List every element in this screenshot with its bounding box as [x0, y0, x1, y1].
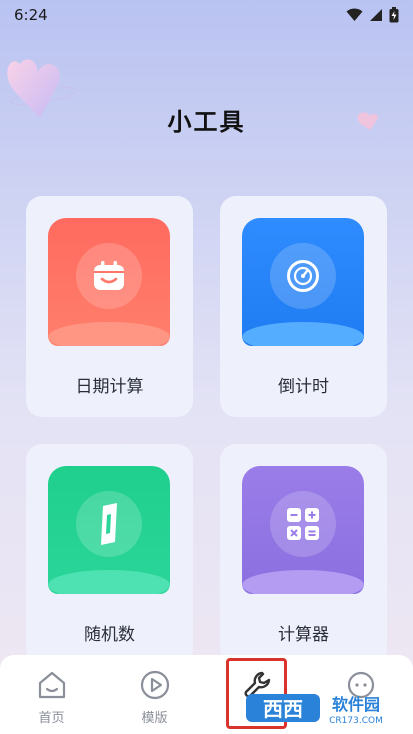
- dice-icon: [101, 503, 117, 545]
- watermark-logo: 西西 软件园 CR173.COM: [246, 688, 396, 728]
- tile-base: [242, 322, 364, 346]
- tile-base: [48, 322, 170, 346]
- nav-label: 首页: [38, 711, 65, 726]
- tool-tile: [242, 466, 364, 594]
- page-title: 小工具: [167, 108, 246, 136]
- calculator-icon: [287, 508, 319, 540]
- svg-text:西西: 西西: [263, 697, 303, 721]
- svg-text:CR173.COM: CR173.COM: [329, 716, 383, 726]
- tile-icon-circle: [76, 243, 142, 309]
- tool-label: 日期计算: [75, 377, 144, 397]
- tool-label: 倒计时: [278, 377, 329, 397]
- tool-tile: [242, 218, 364, 346]
- battery-icon: [389, 7, 399, 23]
- nav-label: 模版: [141, 711, 168, 726]
- tile-icon-circle: [270, 491, 336, 557]
- tool-tile: [48, 466, 170, 594]
- gauge-icon: [287, 260, 319, 292]
- tile-icon-circle: [270, 243, 336, 309]
- calendar-icon: [94, 261, 124, 290]
- tool-card-date-calc[interactable]: 日期计算: [26, 196, 193, 417]
- tile-base: [242, 570, 364, 594]
- signal-icon: [370, 9, 382, 21]
- nav-item-home[interactable]: 首页: [0, 655, 103, 734]
- tool-label: 计算器: [278, 625, 329, 645]
- status-icons: [346, 7, 399, 23]
- nav-item-templates[interactable]: 模版: [103, 655, 206, 734]
- home-icon: [38, 671, 66, 699]
- tool-card-calculator[interactable]: 计算器: [220, 444, 387, 665]
- tile-icon-circle: [76, 491, 142, 557]
- tool-card-countdown[interactable]: 倒计时: [220, 196, 387, 417]
- play-icon: [140, 670, 170, 700]
- tool-card-random[interactable]: 随机数: [26, 444, 193, 665]
- status-bar: 6:24: [0, 0, 413, 30]
- tile-base: [48, 570, 170, 594]
- tool-label: 随机数: [84, 625, 135, 645]
- tool-tile: [48, 218, 170, 346]
- wifi-icon: [346, 8, 363, 21]
- svg-text:软件园: 软件园: [332, 695, 380, 714]
- status-time: 6:24: [14, 6, 48, 24]
